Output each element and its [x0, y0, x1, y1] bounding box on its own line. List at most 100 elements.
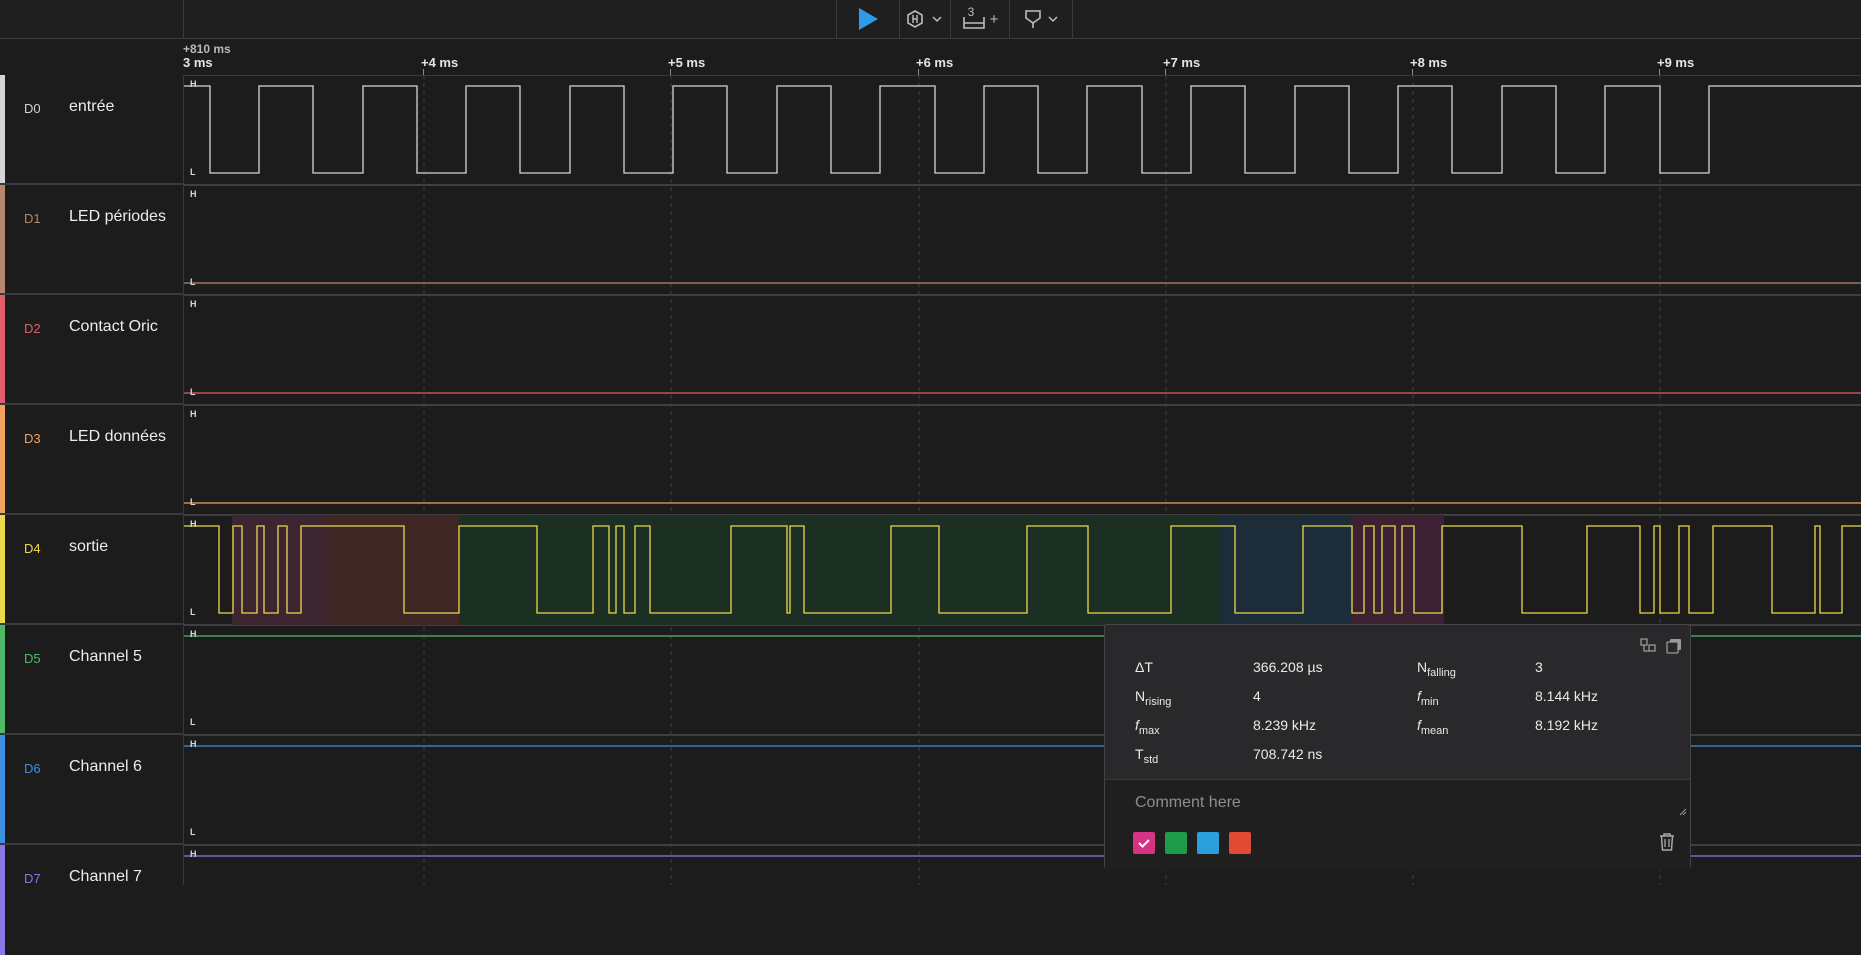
decoded-region	[1219, 515, 1352, 625]
add-measure-label: +	[989, 10, 999, 28]
top-bar: 3 +	[0, 0, 1861, 39]
level-labels: H L H L H L H L H L H L H L H	[190, 79, 197, 859]
fmean-value: 8.192 kHz	[1535, 717, 1599, 733]
level-high-label: H	[190, 409, 197, 419]
level-high-label: H	[190, 189, 197, 199]
level-high-label: H	[190, 739, 197, 749]
fmean-label: fmean	[1417, 717, 1449, 737]
channel-color-bar	[0, 295, 5, 403]
tick-label: +6 ms	[916, 55, 954, 70]
ruler-offset: +810 ms	[183, 42, 231, 56]
nfalling-label: Nfalling	[1417, 659, 1456, 679]
tick-label: 3 ms	[183, 55, 213, 70]
check-icon	[1138, 839, 1150, 848]
trigger-dropdown[interactable]	[900, 0, 951, 38]
channel-id: D6	[24, 761, 41, 776]
level-low-label: L	[190, 167, 196, 177]
color-swatch-red[interactable]	[1229, 832, 1251, 854]
pin-icon[interactable]	[1640, 638, 1656, 654]
tick-label: +9 ms	[1657, 55, 1695, 70]
channel-color-bar	[0, 735, 5, 843]
channel-color-bar	[0, 625, 5, 733]
comment-input[interactable]	[1133, 790, 1657, 816]
dt-value: 366.208 µs	[1253, 659, 1323, 675]
channel-name: LED périodes	[69, 208, 166, 225]
tstd-value: 708.742 ns	[1253, 746, 1323, 762]
copy-icon[interactable]	[1666, 638, 1682, 654]
channel-row-d7[interactable]: D7 Channel 7	[0, 845, 183, 955]
fmin-value: 8.144 kHz	[1535, 688, 1599, 704]
channel-row-d0[interactable]: D0 entrée	[0, 75, 183, 185]
tick-label: +8 ms	[1410, 55, 1448, 70]
marker-dropdown[interactable]	[1010, 0, 1073, 38]
channel-row-d2[interactable]: D2 Contact Oric	[0, 295, 183, 405]
channel-name: Channel 5	[69, 648, 142, 665]
level-low-label: L	[190, 827, 196, 837]
decoded-region	[459, 515, 1219, 625]
level-low-label: L	[190, 277, 196, 287]
color-swatch-blue[interactable]	[1197, 832, 1219, 854]
nrising-value: 4	[1253, 688, 1261, 704]
channel-name: Channel 6	[69, 758, 142, 775]
fmax-value: 8.239 kHz	[1253, 717, 1317, 733]
level-high-label: H	[190, 519, 197, 529]
marker-icon	[1025, 10, 1058, 28]
level-low-label: L	[190, 607, 196, 617]
channel-name: LED données	[69, 428, 166, 445]
level-high-label: H	[190, 79, 197, 89]
nrising-label: Nrising	[1135, 688, 1172, 708]
channel-color-bar	[0, 75, 5, 183]
level-low-label: L	[190, 387, 196, 397]
capture-toolbar: 3 +	[836, 0, 1073, 38]
channel-color-bar	[0, 845, 5, 955]
level-high-label: H	[190, 299, 197, 309]
channel-name: sortie	[69, 538, 109, 555]
channel-color-bar	[0, 185, 5, 293]
comment-section	[1105, 779, 1690, 870]
decoded-region	[1352, 515, 1444, 625]
level-low-label: L	[190, 497, 196, 507]
decoded-region	[325, 515, 459, 625]
channel-color-bar	[0, 405, 5, 513]
channel-id: D1	[24, 211, 41, 226]
play-icon	[859, 8, 878, 30]
fmin-label: fmin	[1417, 688, 1439, 708]
tick-label: +7 ms	[1163, 55, 1201, 70]
trigger-icon	[907, 10, 942, 28]
dt-label: ΔT	[1135, 659, 1153, 675]
channel-id: D3	[24, 431, 41, 446]
channel-row-d1[interactable]: D1 LED périodes	[0, 185, 183, 295]
signal-trace	[184, 85, 1861, 174]
channel-header-corner	[0, 0, 184, 38]
trash-icon[interactable]	[1658, 832, 1676, 852]
measurement-panel: ΔT 366.208 µs Nfalling 3 Nrising 4 fmin …	[1104, 624, 1691, 870]
color-swatch-pink[interactable]	[1133, 832, 1155, 854]
channel-id: D4	[24, 541, 41, 556]
nfalling-value: 3	[1535, 659, 1543, 675]
channel-list: D0 entrée D1 LED périodes D2 Contact Ori…	[0, 75, 184, 955]
channel-row-d3[interactable]: D3 LED données	[0, 405, 183, 515]
decoded-regions	[232, 515, 1444, 625]
tstd-label: Tstd	[1135, 746, 1159, 766]
channel-color-bar	[0, 515, 5, 623]
level-high-label: H	[190, 849, 197, 859]
channel-row-d4[interactable]: D4 sortie	[0, 515, 183, 625]
color-swatch-green[interactable]	[1165, 832, 1187, 854]
resize-handle-icon[interactable]	[1679, 808, 1687, 816]
channel-id: D2	[24, 321, 41, 336]
channel-name: Contact Oric	[69, 318, 158, 335]
time-ruler[interactable]: +810 ms 3 ms +4 ms +5 ms +6 ms +7 ms +8 …	[183, 38, 1861, 76]
measurements-button[interactable]: 3 +	[951, 0, 1010, 38]
channel-id: D7	[24, 871, 41, 886]
level-high-label: H	[190, 629, 197, 639]
channel-name: Channel 7	[69, 868, 142, 885]
channel-name: entrée	[69, 98, 115, 115]
fmax-label: fmax	[1135, 717, 1160, 737]
tick-label: +4 ms	[421, 55, 459, 70]
channel-row-d5[interactable]: D5 Channel 5	[0, 625, 183, 735]
measure-icon: 3	[962, 5, 986, 31]
channel-row-d6[interactable]: D6 Channel 6	[0, 735, 183, 845]
channel-id: D5	[24, 651, 41, 666]
level-low-label: L	[190, 717, 196, 727]
play-button[interactable]	[837, 0, 900, 38]
